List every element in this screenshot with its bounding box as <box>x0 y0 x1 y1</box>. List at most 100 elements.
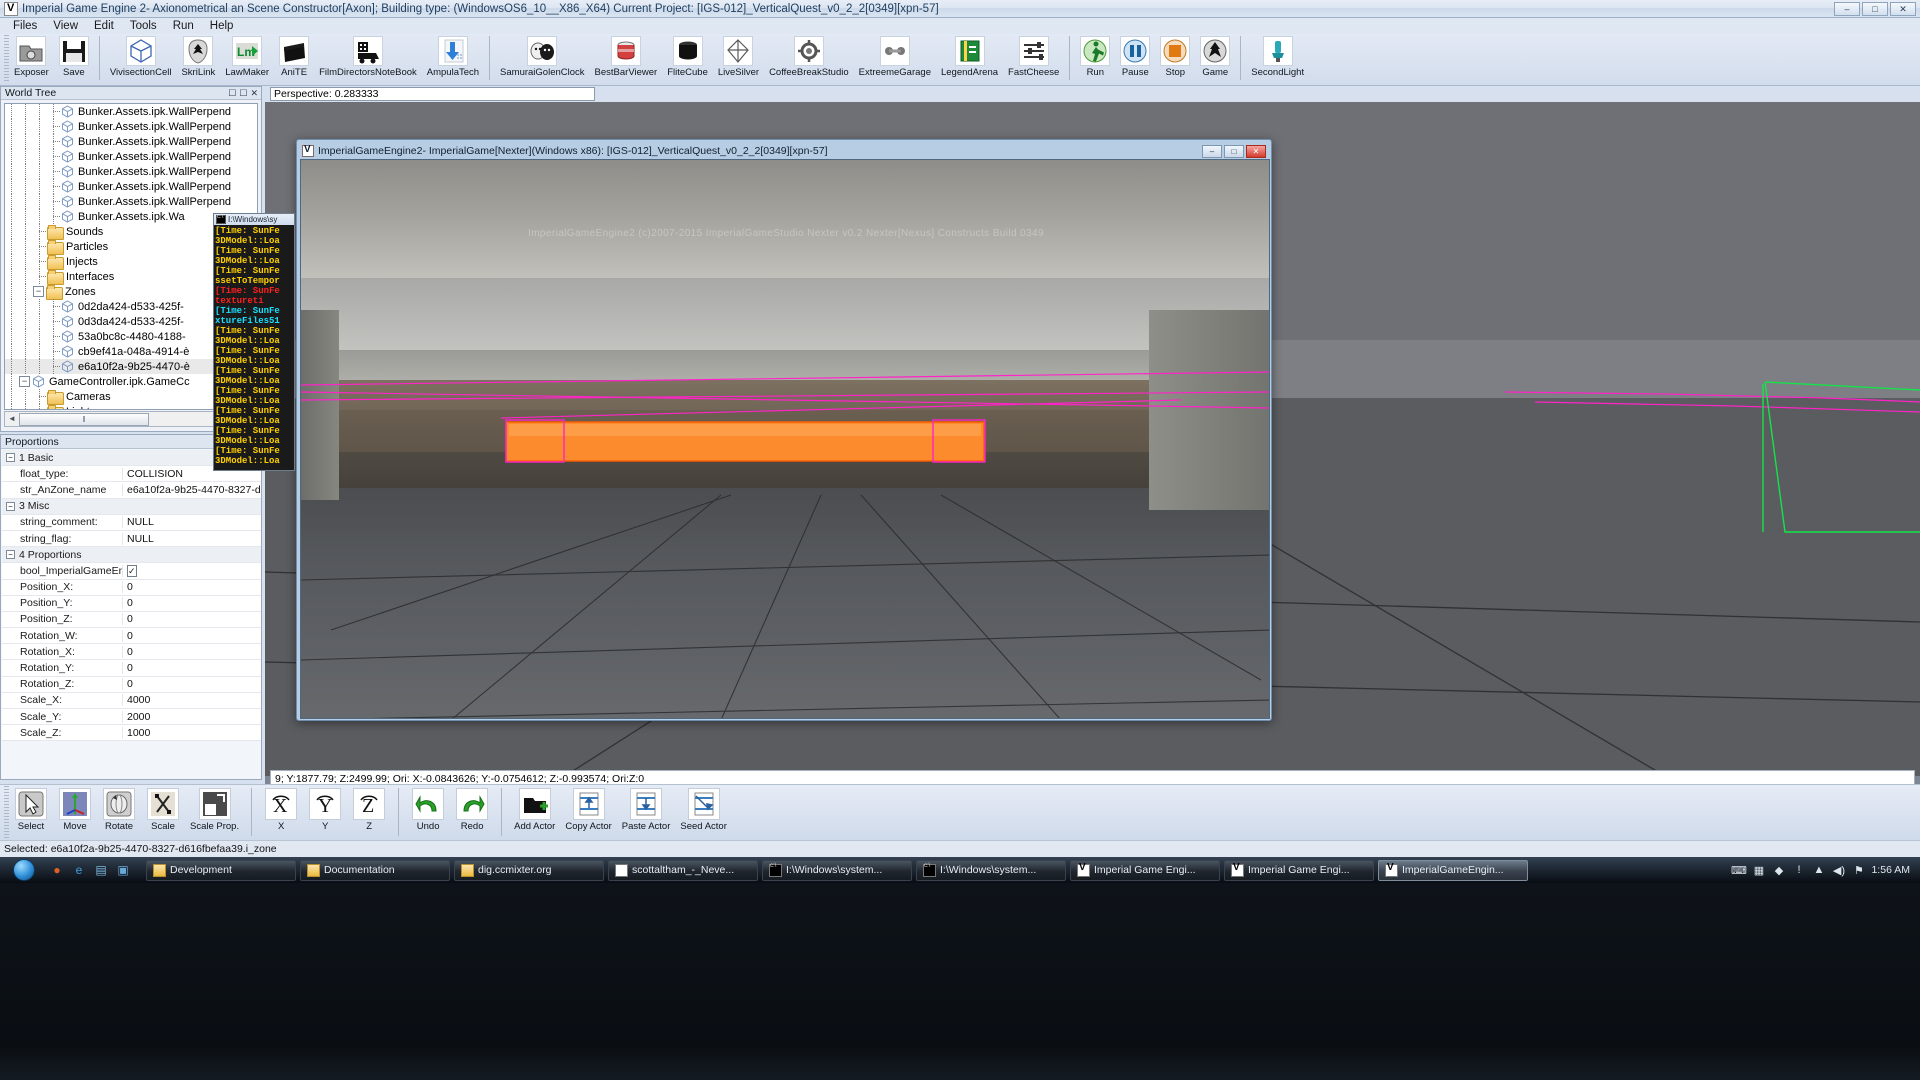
menu-item-tools[interactable]: Tools <box>123 19 164 33</box>
toolbar-button-stop[interactable]: Stop <box>1155 34 1195 78</box>
toolbar-button-lawmaker[interactable]: Lm LawMaker <box>220 34 274 78</box>
toolbar-button-bestbarviewer[interactable]: BestBarViewer <box>590 34 663 78</box>
tool-button-seed-actor[interactable]: Seed Actor <box>675 785 731 832</box>
panel-float-icon[interactable]: ☐ <box>228 88 236 99</box>
property-value[interactable]: 0 <box>122 662 261 675</box>
property-value[interactable]: 0 <box>122 597 261 610</box>
firefox-icon[interactable]: ● <box>47 860 67 880</box>
property-value[interactable]: NULL <box>122 516 261 529</box>
taskbar-item[interactable]: dig.ccmixter.org <box>454 859 604 881</box>
toolbar-button-vivisectioncell[interactable]: VivisectionCell <box>105 34 177 78</box>
property-value[interactable]: ✓ <box>122 564 261 577</box>
property-row[interactable]: Scale_X: 4000 <box>2 693 261 709</box>
property-value[interactable]: 0 <box>122 613 261 626</box>
tool-button-add-actor[interactable]: Add Actor <box>509 785 560 832</box>
toolbar-button-exposer[interactable]: Exposer <box>9 34 54 78</box>
property-value[interactable]: 0 <box>122 629 261 642</box>
tool-button-rotate[interactable]: Rotate <box>97 785 141 832</box>
property-row[interactable]: Position_Z: 0 <box>2 612 261 629</box>
tree-node[interactable]: Bunker.Assets.ipk.WallPerpend <box>5 164 257 179</box>
property-value[interactable]: e6a10f2a-9b25-4470-8327-d616f <box>122 483 261 496</box>
property-row[interactable]: Rotation_Z: 0 <box>2 677 261 693</box>
shield-icon[interactable]: ▲ <box>1811 863 1826 878</box>
toolbar-button-samuraigolenclock[interactable]: SamuraiGolenClock <box>495 34 589 78</box>
perspective-field[interactable]: Perspective: 0.283333 <box>270 87 595 101</box>
group-expander-icon[interactable]: − <box>6 453 15 463</box>
properties-grid[interactable]: −1 Basic float_type: COLLISION str_AnZone_n… <box>2 450 261 742</box>
minimize-button[interactable]: – <box>1834 1 1860 16</box>
menu-item-run[interactable]: Run <box>166 19 201 33</box>
game-render-canvas[interactable]: ImperialGameEngine2 (c)2007-2015 Imperia… <box>300 159 1270 719</box>
tool-button-select[interactable]: Select <box>9 785 53 832</box>
toolbar-button-filmdirectorsnotebook[interactable]: FilmDirectorsNoteBook <box>314 34 422 78</box>
scroll-thumb[interactable]: ‖ <box>19 412 149 426</box>
property-value[interactable]: NULL <box>122 532 261 545</box>
toolbar-button-legendarena[interactable]: LegendArena <box>936 34 1003 78</box>
menu-item-edit[interactable]: Edit <box>87 19 121 33</box>
tool-button-scale[interactable]: Scale <box>141 785 185 832</box>
internet-explorer-icon[interactable]: e <box>69 860 89 880</box>
toolbar-button-skrilink[interactable]: SkriLink <box>176 34 220 78</box>
group-expander-icon[interactable]: − <box>6 550 15 560</box>
tree-node[interactable]: Bunker.Assets.ipk.WallPerpend <box>5 134 257 149</box>
property-value[interactable]: 1000 <box>122 726 261 739</box>
console-window[interactable]: I:\Windows\sy [Time: SunFe3DModel::Loa[T… <box>213 213 295 471</box>
taskbar-item[interactable]: Imperial Game Engi... <box>1224 859 1374 881</box>
toolbar-button-save[interactable]: Save <box>54 34 94 78</box>
toolbar-button-fastcheese[interactable]: FastCheese <box>1003 34 1064 78</box>
tool-button-paste-actor[interactable]: Paste Actor <box>617 785 676 832</box>
action-center-icon[interactable]: ⚑ <box>1851 863 1866 878</box>
toolbar-button-pause[interactable]: Pause <box>1115 34 1155 78</box>
tool-button-x[interactable]: XX <box>259 785 303 832</box>
property-checkbox[interactable]: ✓ <box>127 564 137 577</box>
toolbar-button-extreemegarage[interactable]: ExtreemeGarage <box>854 34 936 78</box>
property-group-header[interactable]: −3 Misc <box>2 498 261 515</box>
property-value[interactable]: 0 <box>122 645 261 658</box>
property-value[interactable]: 2000 <box>122 710 261 723</box>
tree-node[interactable]: Bunker.Assets.ipk.WallPerpend <box>5 119 257 134</box>
property-row[interactable]: string_comment: NULL <box>2 515 261 531</box>
property-row[interactable]: Rotation_X: 0 <box>2 644 261 661</box>
tree-node[interactable]: Bunker.Assets.ipk.WallPerpend <box>5 179 257 194</box>
taskbar-item[interactable]: ImperialGameEngin... <box>1378 859 1528 881</box>
toolbar-button-anite[interactable]: AniTE <box>274 34 314 78</box>
network-icon[interactable]: ▦ <box>1751 863 1766 878</box>
toolbar-button-ampulatech[interactable]: AmpulaTech <box>422 34 484 78</box>
tree-node[interactable]: Bunker.Assets.ipk.WallPerpend <box>5 149 257 164</box>
tool-button-y[interactable]: YY <box>303 785 347 832</box>
media-player-icon[interactable]: ▣ <box>113 860 133 880</box>
property-row[interactable]: string_flag: NULL <box>2 531 261 548</box>
tree-expander[interactable]: − <box>19 376 30 387</box>
tree-node[interactable]: Bunker.Assets.ipk.WallPerpend <box>5 104 257 119</box>
game-minimize-button[interactable]: – <box>1202 144 1222 158</box>
game-maximize-button[interactable]: □ <box>1224 144 1244 158</box>
volume-icon[interactable]: ◀) <box>1831 863 1846 878</box>
property-row[interactable]: Rotation_W: 0 <box>2 628 261 645</box>
tool-button-undo[interactable]: Undo <box>406 785 450 832</box>
panel-dock-icon[interactable]: ☐ <box>239 88 247 99</box>
world-tree-panel-buttons[interactable]: ☐ ☐ ✕ <box>228 88 261 99</box>
property-row[interactable]: Position_X: 0 <box>2 580 261 596</box>
property-row[interactable]: Scale_Y: 2000 <box>2 709 261 726</box>
property-row[interactable]: bool_ImperialGameEngi ✓ <box>2 563 261 580</box>
property-row[interactable]: Position_Y: 0 <box>2 596 261 612</box>
tool-button-copy-actor[interactable]: Copy Actor <box>560 785 616 832</box>
property-value[interactable]: 0 <box>122 678 261 691</box>
property-group-header[interactable]: −4 Proportions <box>2 547 261 564</box>
show-desktop-icon[interactable]: ▤ <box>91 860 111 880</box>
group-expander-icon[interactable]: − <box>6 501 15 511</box>
scroll-left-icon[interactable]: ◄ <box>5 412 19 426</box>
taskbar-item[interactable]: scottaltham_-_Neve... <box>608 859 758 881</box>
toolbar-button-flitecube[interactable]: FliteCube <box>662 34 713 78</box>
panel-close-icon[interactable]: ✕ <box>250 88 258 99</box>
menu-item-view[interactable]: View <box>46 19 85 33</box>
tree-expander[interactable]: − <box>33 286 44 297</box>
tool-button-redo[interactable]: Redo <box>450 785 494 832</box>
property-row[interactable]: str_AnZone_name e6a10f2a-9b25-4470-8327-d… <box>2 482 261 499</box>
game-preview-window[interactable]: ImperialGameEngine2- ImperialGame[Nexter… <box>296 139 1272 721</box>
toolbar-button-coffeebreakstudio[interactable]: CoffeeBreakStudio <box>764 34 854 78</box>
toolbar-button-game[interactable]: Game <box>1195 34 1235 78</box>
toolbar-button-livesilver[interactable]: LiveSilver <box>713 34 764 78</box>
taskbar-clock[interactable]: 1:56 AM <box>1871 864 1910 876</box>
toolbar-button-secondlight[interactable]: SecondLight <box>1246 34 1309 78</box>
